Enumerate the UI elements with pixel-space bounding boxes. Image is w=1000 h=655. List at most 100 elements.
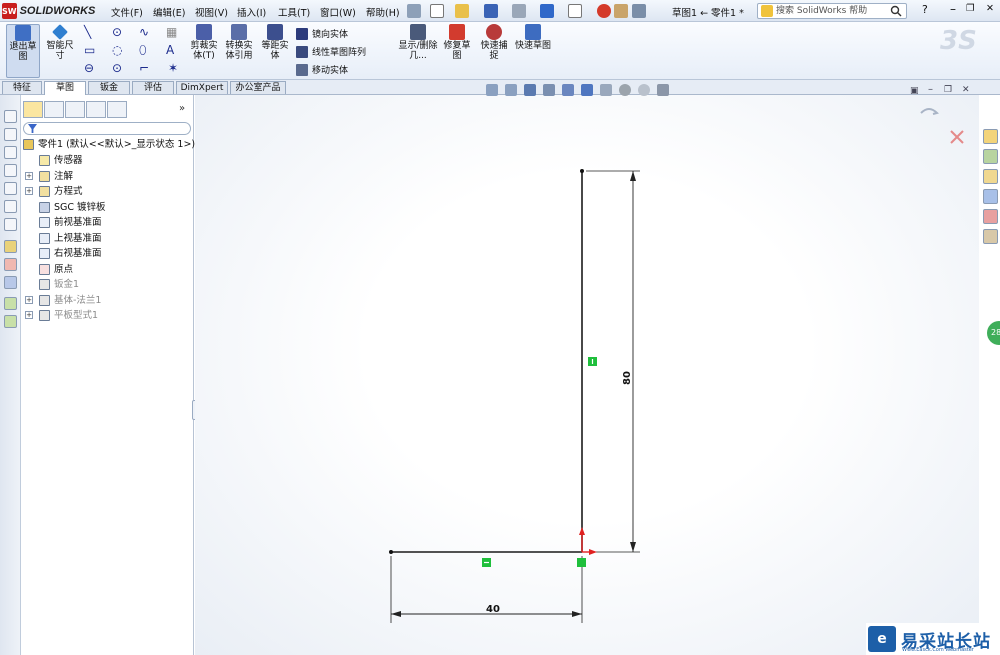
doc-restore-icon[interactable]: ❐: [944, 85, 952, 95]
solidworks-resources-icon[interactable]: [983, 129, 998, 144]
rebuild-traffic-light-icon[interactable]: [597, 4, 611, 18]
move-entities-button[interactable]: 移动实体: [296, 63, 348, 76]
point-tool-icon[interactable]: ✶: [168, 61, 178, 75]
sketch-endpoint-left[interactable]: [389, 550, 393, 554]
search-icon[interactable]: [890, 5, 902, 17]
arc-tool-icon[interactable]: ◌: [112, 43, 122, 57]
rapid-sketch-button[interactable]: 快速草图: [514, 24, 552, 78]
tab-features[interactable]: 特征: [2, 81, 42, 94]
expand-icon[interactable]: +: [25, 311, 33, 319]
exit-sketch-corner-icon[interactable]: [920, 108, 939, 115]
circle-tool-icon[interactable]: ⊙: [112, 25, 122, 39]
scene-icon[interactable]: [638, 84, 650, 96]
tree-filter-input[interactable]: [23, 122, 191, 135]
tree-item[interactable]: + 注解: [25, 169, 73, 184]
file-explorer-icon[interactable]: [983, 169, 998, 184]
tab-sheet-metal[interactable]: 钣金: [88, 81, 130, 94]
flatten-icon[interactable]: [4, 297, 17, 310]
sketch-edit-icon[interactable]: [4, 240, 17, 253]
help-search-input[interactable]: 搜索 SolidWorks 帮助: [757, 3, 907, 19]
graphics-area[interactable]: 80 40: [195, 95, 979, 655]
exit-sketch-button[interactable]: 退出草图: [6, 24, 40, 78]
offset-entities-button[interactable]: 等距实体: [258, 24, 292, 78]
relations-icon[interactable]: [4, 276, 17, 289]
tree-item[interactable]: SGC 镀锌板: [39, 200, 106, 215]
tab-evaluate[interactable]: 评估: [132, 81, 174, 94]
section-view-icon[interactable]: [543, 84, 555, 96]
options-icon[interactable]: [632, 4, 646, 18]
display-manager-tab-icon[interactable]: [107, 101, 127, 118]
convert-entities-button[interactable]: 转换实体引用: [222, 24, 256, 78]
file-properties-icon[interactable]: [614, 4, 628, 18]
select-cursor-icon[interactable]: [568, 4, 582, 18]
mirror-entities-button[interactable]: 镜向实体: [296, 27, 348, 40]
dimension-value-40[interactable]: 40: [486, 604, 500, 615]
trim-entities-button[interactable]: 剪裁实体(T): [188, 24, 220, 78]
appearances-scenes-icon[interactable]: [983, 209, 998, 224]
hide-show-items-icon[interactable]: [600, 84, 612, 96]
tree-item[interactable]: 上视基准面: [39, 231, 102, 246]
tree-item[interactable]: 钣金1: [39, 277, 79, 292]
previous-view-icon[interactable]: [524, 84, 536, 96]
custom-properties-icon[interactable]: [983, 229, 998, 244]
text-tool-icon[interactable]: A: [166, 43, 174, 57]
menu-file[interactable]: 文件(F): [111, 5, 143, 19]
polygon-tool-icon[interactable]: ⊙: [112, 61, 122, 75]
cross-break-icon[interactable]: [4, 218, 17, 231]
dimxpert-tab-icon[interactable]: [86, 101, 106, 118]
tab-office-products[interactable]: 办公室产品: [230, 81, 286, 94]
tree-item[interactable]: 前视基准面: [39, 215, 102, 230]
tile-icon[interactable]: ▣: [910, 86, 919, 96]
sketched-bend-icon[interactable]: [4, 200, 17, 213]
expand-icon[interactable]: +: [25, 187, 33, 195]
coincident-relation-icon[interactable]: [577, 558, 586, 567]
fillet-tool-icon[interactable]: ⌐: [139, 61, 149, 75]
view-orientation-icon[interactable]: [562, 84, 574, 96]
quick-snaps-button[interactable]: 快速捕捉: [478, 24, 510, 78]
dimension-value-80[interactable]: 80: [622, 371, 633, 385]
view-settings-icon[interactable]: [657, 84, 669, 96]
expand-panel-icon[interactable]: »: [179, 103, 185, 114]
ellipse-tool-icon[interactable]: ⬯: [139, 43, 147, 58]
doc-close-icon[interactable]: ✕: [962, 85, 970, 95]
tree-item[interactable]: + 方程式: [25, 184, 83, 199]
tab-sketch[interactable]: 草图: [44, 81, 86, 95]
slot-tool-icon[interactable]: ⊖: [84, 61, 94, 75]
zoom-to-fit-icon[interactable]: [486, 84, 498, 96]
tree-item[interactable]: 原点: [39, 262, 73, 277]
tree-root[interactable]: 零件1 (默认<<默认>_显示状态 1>): [23, 137, 195, 152]
help-icon[interactable]: ?: [922, 3, 928, 16]
save-icon[interactable]: [484, 4, 498, 18]
sketch-endpoint-top[interactable]: [580, 169, 584, 173]
edge-flange-icon[interactable]: [4, 128, 17, 141]
open-folder-icon[interactable]: [455, 4, 469, 18]
propertymanager-tab-icon[interactable]: [44, 101, 64, 118]
close-icon[interactable]: ✕: [986, 3, 994, 14]
view-palette-icon[interactable]: [983, 189, 998, 204]
tree-item[interactable]: + 平板型式1: [25, 308, 98, 323]
solidworks-logo[interactable]: SW SOLIDWORKS: [2, 2, 95, 20]
menu-insert[interactable]: 插入(I): [237, 5, 266, 19]
configurationmanager-tab-icon[interactable]: [65, 101, 85, 118]
undo-icon[interactable]: [540, 4, 554, 18]
tree-item[interactable]: 传感器: [39, 153, 83, 168]
doc-minimize-icon[interactable]: –: [928, 84, 933, 95]
featuremanager-tab-icon[interactable]: [23, 101, 43, 118]
miter-flange-icon[interactable]: [4, 146, 17, 159]
rectangle-tool-icon[interactable]: ▭: [84, 43, 95, 57]
pin-icon[interactable]: [407, 4, 421, 18]
hem-icon[interactable]: [4, 164, 17, 177]
menu-help[interactable]: 帮助(H): [366, 5, 400, 19]
display-style-icon[interactable]: [581, 84, 593, 96]
plane-tool-icon[interactable]: ▦: [166, 25, 177, 39]
zoom-area-icon[interactable]: [505, 84, 517, 96]
display-delete-relations-button[interactable]: 显示/删除几...: [398, 24, 438, 78]
new-document-icon[interactable]: [430, 4, 444, 18]
repair-sketch-button[interactable]: 修复草图: [440, 24, 474, 78]
smart-dimension-button[interactable]: 智能尺寸: [44, 24, 76, 78]
menu-edit[interactable]: 编辑(E): [153, 5, 185, 19]
sheet-metal-tool-icon[interactable]: [4, 110, 17, 123]
linear-pattern-button[interactable]: 线性草图阵列: [296, 45, 366, 58]
repair-icon[interactable]: [4, 258, 17, 271]
appearance-icon[interactable]: [619, 84, 631, 96]
